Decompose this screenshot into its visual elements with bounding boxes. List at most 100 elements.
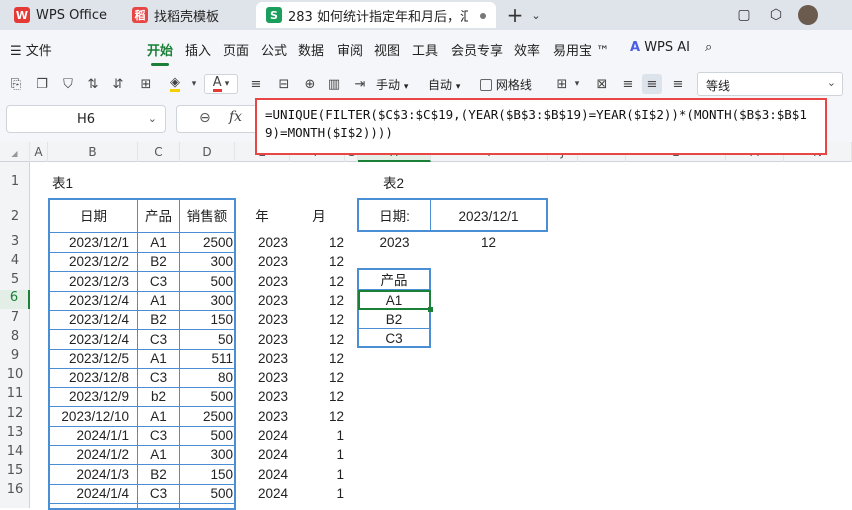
window-layout-icon[interactable]: ▢ <box>734 5 754 25</box>
table-cell[interactable]: 2023 <box>242 407 288 426</box>
table1-header[interactable]: 产品 <box>138 207 179 226</box>
manual-calc-dropdown[interactable]: 手动 ▾ <box>376 76 408 93</box>
table-cell[interactable]: 2023 <box>242 330 288 349</box>
row-header[interactable]: 2 <box>0 209 30 224</box>
table-cell[interactable]: A1 <box>138 349 179 368</box>
table-cell[interactable]: 500 <box>180 387 233 406</box>
copy-icon[interactable]: ❐ <box>32 74 52 94</box>
tab-wps-office[interactable]: W WPS Office <box>4 2 116 28</box>
active-cell-selection[interactable] <box>358 290 433 312</box>
table-cell[interactable]: 2023 <box>242 387 288 406</box>
filter-icon[interactable]: ⛉ <box>58 74 78 94</box>
name-box[interactable]: H6 ⌄ <box>6 105 166 133</box>
new-tab-button[interactable]: + <box>505 3 525 27</box>
table-cell[interactable]: 2024/1/3 <box>50 465 129 484</box>
table-cell[interactable]: 80 <box>180 368 233 387</box>
fx-icon[interactable]: fx <box>229 109 242 125</box>
table-cell[interactable]: 2023 <box>242 368 288 387</box>
table-cell[interactable]: 300 <box>180 252 233 271</box>
table-cell[interactable]: A1 <box>138 233 179 252</box>
cube-icon[interactable]: ⬡ <box>766 5 786 25</box>
table-cell[interactable]: 2023 <box>242 272 288 291</box>
table-cell[interactable]: 1 <box>300 426 344 445</box>
tab-insert[interactable]: 插入 <box>185 40 211 59</box>
table-cell[interactable]: 2023 <box>242 291 288 310</box>
table-cell[interactable]: 2023 <box>242 252 288 271</box>
table-cell[interactable]: 1 <box>300 484 344 503</box>
table-cell[interactable]: A1 <box>138 407 179 426</box>
file-menu[interactable]: ☰ 文件 <box>10 40 52 59</box>
column-header[interactable]: D <box>180 142 235 162</box>
tab-home[interactable]: 开始 <box>147 40 173 66</box>
font-name-select[interactable]: 等线 ⌄ <box>697 72 843 96</box>
table-cell[interactable]: 500 <box>180 426 233 445</box>
row-header[interactable]: 5 <box>0 272 30 287</box>
avatar[interactable] <box>798 5 818 25</box>
table-cell[interactable]: 2023/12/4 <box>50 291 129 310</box>
table-cell[interactable]: 12 <box>300 233 344 252</box>
table-cell[interactable]: 2024 <box>242 465 288 484</box>
date-label[interactable]: 日期: <box>359 207 430 226</box>
product-header[interactable]: 产品 <box>359 271 429 290</box>
tab-status-dot-icon[interactable] <box>480 13 486 19</box>
chevron-down-icon[interactable]: ▾ <box>567 74 587 94</box>
table-cell[interactable]: C3 <box>138 330 179 349</box>
row-header[interactable]: 16 <box>0 482 30 497</box>
tab-review[interactable]: 审阅 <box>337 40 363 59</box>
align-left-icon[interactable]: ≡ <box>618 74 638 94</box>
table2-title[interactable]: 表2 <box>383 174 404 193</box>
row-header[interactable]: 12 <box>0 406 30 421</box>
wps-ai-button[interactable]: A WPS AI <box>630 40 690 55</box>
table-cell[interactable]: C3 <box>138 426 179 445</box>
table-cell[interactable]: 2024/1/4 <box>50 484 129 503</box>
table-cell[interactable]: 2500 <box>180 233 233 252</box>
table-cell[interactable]: 12 <box>300 349 344 368</box>
table-cell[interactable]: 2024 <box>242 484 288 503</box>
table-cell[interactable]: 12 <box>300 387 344 406</box>
table-cell[interactable]: b2 <box>138 387 179 406</box>
table-cell[interactable]: 12 <box>300 272 344 291</box>
formula-input[interactable]: =UNIQUE(FILTER($C$3:$C$19,(YEAR($B$3:$B$… <box>255 98 827 155</box>
table-cell[interactable]: 2023/12/1 <box>50 233 129 252</box>
tab-member[interactable]: 会员专享 <box>451 40 503 59</box>
chevron-down-icon[interactable]: ⌄ <box>526 5 546 25</box>
table-cell[interactable]: 300 <box>180 291 233 310</box>
table-cell[interactable]: B2 <box>138 310 179 329</box>
border-icon[interactable]: ⊞ <box>136 74 156 94</box>
table-cell[interactable]: C3 <box>138 484 179 503</box>
row-header[interactable]: 13 <box>0 425 30 440</box>
column-header[interactable]: C <box>138 142 180 162</box>
date-value[interactable]: 2023/12/1 <box>431 207 546 226</box>
sort-descending-icon[interactable]: ⇵ <box>108 74 128 94</box>
table-cell[interactable]: 2500 <box>180 407 233 426</box>
table-cell[interactable]: 150 <box>180 465 233 484</box>
tab-page[interactable]: 页面 <box>223 40 249 59</box>
table-cell[interactable]: 500 <box>180 484 233 503</box>
tab-view[interactable]: 视图 <box>374 40 400 59</box>
table-cell[interactable]: 12 <box>300 252 344 271</box>
table-cell[interactable]: 12 <box>300 310 344 329</box>
font-color-button[interactable]: A ▾ <box>204 74 238 94</box>
table-cell[interactable]: A1 <box>138 445 179 464</box>
table-cell[interactable]: 2024 <box>242 426 288 445</box>
table-cell[interactable]: 2024/1/1 <box>50 426 129 445</box>
table-cell[interactable]: 2024/1/2 <box>50 445 129 464</box>
row-header[interactable]: 7 <box>0 310 30 325</box>
align-right-icon[interactable]: ≡ <box>668 74 688 94</box>
table-cell[interactable]: 2023 <box>242 349 288 368</box>
format-painter-icon[interactable]: ⎘ <box>6 74 26 94</box>
table-cell[interactable]: 2024 <box>242 445 288 464</box>
table-cell[interactable]: 150 <box>180 310 233 329</box>
table-cell[interactable]: 1 <box>300 465 344 484</box>
tab-efficiency[interactable]: 效率 <box>514 40 540 59</box>
tab-easy-tools[interactable]: 易用宝 ™ <box>553 40 609 59</box>
table-cell[interactable]: 1 <box>300 445 344 464</box>
wrap-text-icon[interactable]: ≡ <box>246 74 266 94</box>
table-cell[interactable]: C3 <box>138 368 179 387</box>
table-cell[interactable]: 50 <box>180 330 233 349</box>
fill-icon[interactable]: ⇥ <box>350 74 370 94</box>
table1-header[interactable]: 销售额 <box>180 207 234 226</box>
row-header[interactable]: 6 <box>0 290 30 309</box>
table-cell[interactable]: 2023/12/5 <box>50 349 129 368</box>
table-cell[interactable]: B2 <box>138 252 179 271</box>
